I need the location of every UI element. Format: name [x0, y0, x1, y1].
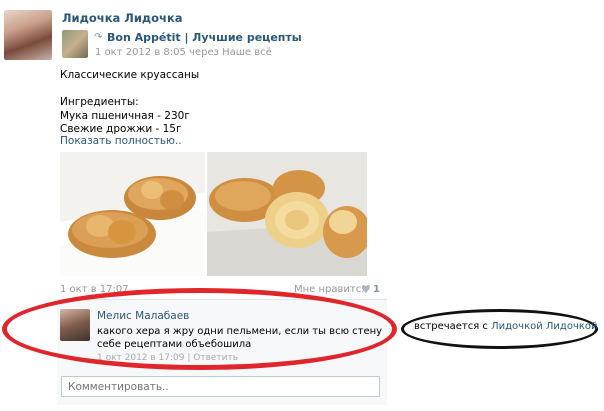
post-author-name[interactable]: Лидочка Лидочка	[62, 11, 183, 25]
repost-group-name[interactable]: Bon Appétit | Лучшие рецепты	[107, 31, 302, 44]
post-photo-croissants-plate[interactable]	[60, 152, 205, 276]
red-highlight-ellipse	[2, 288, 397, 370]
croissant-cut-photo-image	[207, 152, 367, 276]
show-more-link[interactable]: Показать полностью..	[60, 135, 182, 147]
post-text-line: Ингредиенты:	[60, 96, 139, 108]
relationship-partner-link[interactable]: Лидочкой Лидочкой	[491, 321, 597, 332]
repost-meta[interactable]: 1 окт 2012 в 8:05 через Наше всё	[95, 47, 272, 58]
post-text-line	[60, 83, 199, 97]
croissant-photo-image	[60, 152, 205, 276]
post-text-line: Классические круассаны	[60, 69, 200, 81]
repost-arrow-icon: ↷	[94, 32, 103, 43]
heart-icon[interactable]: ♥	[361, 283, 371, 296]
relationship-prefix: встречается с	[414, 321, 492, 332]
comment-input[interactable]	[61, 376, 380, 397]
author-avatar[interactable]	[4, 10, 52, 60]
post-text: Классические круассаны Ингредиенты: Мука…	[60, 69, 199, 137]
post-photo-croissant-cut[interactable]	[207, 152, 367, 276]
relationship-status: встречается с Лидочкой Лидочкой	[414, 321, 598, 332]
like-count[interactable]: 1	[373, 284, 380, 295]
post-text-line: Мука пшеничная - 230г	[60, 109, 190, 122]
repost-group-avatar[interactable]	[62, 30, 88, 58]
